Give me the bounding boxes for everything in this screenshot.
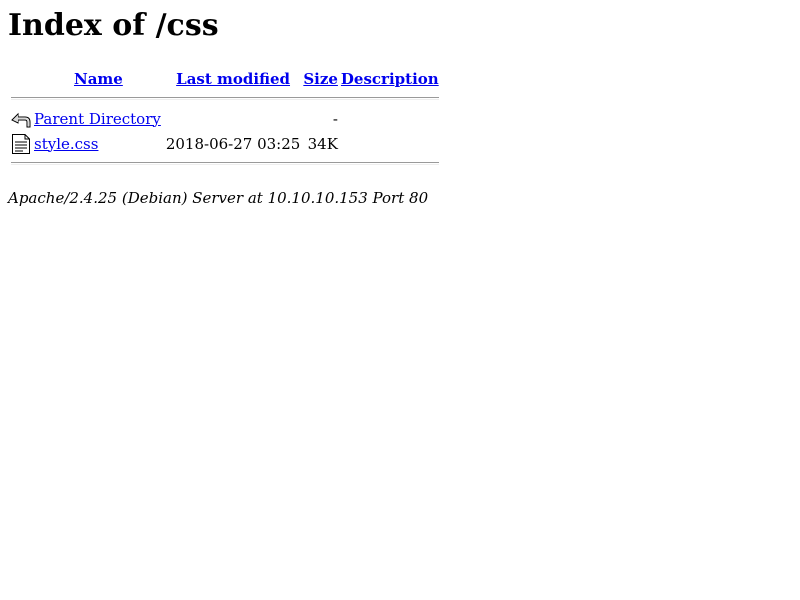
parent-directory-link[interactable]: Parent Directory [34,110,161,128]
style-css-link[interactable]: style.css [34,135,98,153]
row-description-cell [341,107,439,130]
sort-by-name-link[interactable]: Name [74,70,123,88]
file-listing-table: Name Last modified Size Description Pare… [8,64,442,172]
row-icon-cell [11,132,31,155]
row-date-cell: 2018-06-27 03:25 [165,134,301,153]
header-last-modified: Last modified [166,66,300,90]
header-icon-column [11,66,31,90]
row-size-cell: - [332,109,338,128]
top-divider-row [11,92,439,105]
sort-by-last-modified-link[interactable]: Last modified [176,70,290,88]
row-name-cell: Parent Directory [34,107,163,130]
row-name-cell: style.css [34,132,163,155]
header-size: Size [303,66,338,90]
sort-by-description-link[interactable]: Description [341,70,439,88]
sort-by-size-link[interactable]: Size [303,70,338,88]
header-name: Name [34,66,163,90]
row-icon-cell [11,107,31,130]
row-description-cell [341,132,439,155]
table-header-row: Name Last modified Size Description [11,66,439,90]
page-title: Index of /css [8,8,219,43]
row-size-cell: 34K [307,134,338,153]
bottom-divider-row [11,157,439,170]
text-file-icon [11,133,31,155]
table-row: style.css 2018-06-27 03:25 34K [11,132,439,155]
header-description: Description [341,66,439,90]
table-row: Parent Directory - [11,107,439,130]
top-divider [11,97,439,100]
row-date-cell [166,107,300,130]
server-signature: Apache/2.4.25 (Debian) Server at 10.10.1… [8,189,429,207]
back-arrow-icon [11,108,31,130]
bottom-divider [11,162,439,165]
